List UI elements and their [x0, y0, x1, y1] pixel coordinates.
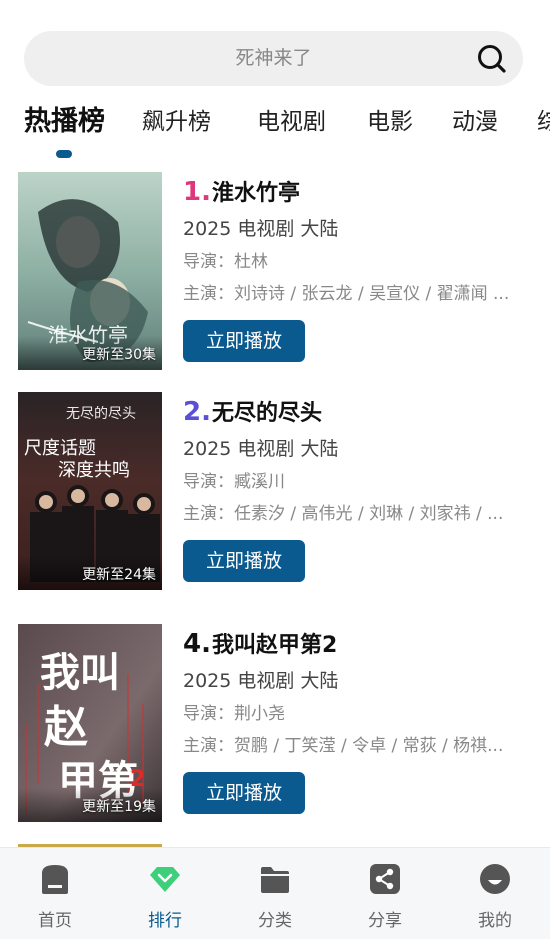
item-year: 2025 — [183, 670, 232, 692]
tab-rising[interactable]: 飙升榜 — [142, 102, 211, 142]
tab-anime[interactable]: 动漫 — [452, 102, 498, 142]
svg-text:我叫: 我叫 — [40, 649, 120, 696]
tab-tv[interactable]: 电视剧 — [257, 102, 326, 142]
search-bar[interactable]: 死神来了 — [24, 31, 523, 86]
poster-image[interactable]: 尺度话题 深度共鸣 无尽的尽头 更新至24集 — [18, 392, 162, 590]
play-button[interactable]: 立即播放 — [183, 320, 305, 362]
play-button[interactable]: 立即播放 — [183, 540, 305, 582]
rank-number: 4. — [183, 629, 211, 659]
home-icon — [42, 865, 68, 894]
item-info: 4.我叫赵甲第2 2025 电视剧 大陆 导演：荆小尧 主演：贺鹏 / 丁笑滢 / … — [183, 624, 533, 814]
profile-icon — [480, 864, 510, 894]
search-icon[interactable] — [477, 44, 507, 74]
item-region: 大陆 — [300, 670, 339, 692]
episode-badge: 更新至24集 — [82, 567, 156, 583]
item-director: 导演：杜林 — [183, 252, 268, 272]
episode-badge: 更新至30集 — [82, 347, 156, 363]
item-title: 淮水竹亭 — [211, 181, 300, 206]
nav-home-label: 首页 — [38, 911, 72, 931]
item-title-row[interactable]: 2.无尽的尽头 — [183, 392, 533, 432]
rank-number: 1. — [183, 177, 211, 207]
nav-rank[interactable]: 排行 — [110, 848, 220, 939]
item-year: 2025 — [183, 438, 232, 460]
item-type: 电视剧 — [237, 670, 295, 692]
bottom-nav: 首页 排行 分类 分享 我的 — [0, 847, 550, 939]
list-item[interactable]: 尺度话题 深度共鸣 无尽的尽头 更新至24集 2.无尽的尽头 2025 电视剧 … — [0, 392, 550, 592]
tab-movie[interactable]: 电影 — [367, 102, 413, 142]
nav-rank-label: 排行 — [148, 911, 182, 931]
play-button[interactable]: 立即播放 — [183, 772, 305, 814]
nav-category[interactable]: 分类 — [220, 848, 330, 939]
item-region: 大陆 — [300, 438, 339, 460]
item-meta: 2025 电视剧 大陆 — [183, 212, 533, 246]
item-title: 我叫赵甲第2 — [211, 633, 338, 658]
nav-profile[interactable]: 我的 — [440, 848, 550, 939]
item-cast: 主演：任素汐 / 高伟光 / 刘琳 / 刘家祎 / ... — [183, 504, 504, 524]
nav-share[interactable]: 分享 — [330, 848, 440, 939]
item-type: 电视剧 — [237, 438, 295, 460]
item-title: 无尽的尽头 — [211, 401, 322, 426]
item-type: 电视剧 — [237, 218, 295, 240]
poster-image[interactable]: 淮水竹亭 更新至30集 — [18, 172, 162, 370]
share-icon — [370, 864, 400, 894]
app-screen: 死神来了 热播榜 飙升榜 电视剧 电影 动漫 综 淮水竹亭 更新至30集 1.淮… — [0, 0, 550, 939]
nav-home[interactable]: 首页 — [0, 848, 110, 939]
item-region: 大陆 — [300, 218, 339, 240]
item-info: 2.无尽的尽头 2025 电视剧 大陆 导演：臧溪川 主演：任素汐 / 高伟光 / … — [183, 392, 533, 582]
item-director: 导演：荆小尧 — [183, 704, 285, 724]
item-title-row[interactable]: 4.我叫赵甲第2 — [183, 624, 533, 664]
poster-image[interactable]: 我叫 赵 甲第 2 更新至19集 — [18, 624, 162, 822]
svg-text:赵: 赵 — [44, 702, 88, 753]
svg-text:尺度话题: 尺度话题 — [24, 438, 96, 459]
active-tab-indicator — [56, 150, 72, 158]
item-meta: 2025 电视剧 大陆 — [183, 664, 533, 698]
svg-text:深度共鸣: 深度共鸣 — [58, 460, 130, 481]
list-item[interactable]: 淮水竹亭 更新至30集 1.淮水竹亭 2025 电视剧 大陆 导演：杜林 主演：刘诗… — [0, 172, 550, 372]
item-meta: 2025 电视剧 大陆 — [183, 432, 533, 466]
nav-profile-label: 我的 — [478, 911, 512, 931]
nav-category-label: 分类 — [258, 911, 292, 931]
item-cast: 主演：刘诗诗 / 张云龙 / 吴宣仪 / 翟潇闻 ... — [183, 284, 510, 304]
folder-icon — [261, 867, 289, 893]
rank-number: 2. — [183, 397, 211, 427]
item-cast: 主演：贺鹏 / 丁笑滢 / 令卓 / 常荻 / 杨祺... — [183, 736, 504, 756]
item-director: 导演：臧溪川 — [183, 472, 285, 492]
rank-diamond-icon — [150, 867, 180, 892]
tab-hot[interactable]: 热播榜 — [24, 102, 105, 142]
svg-text:无尽的尽头: 无尽的尽头 — [66, 406, 136, 422]
item-info: 1.淮水竹亭 2025 电视剧 大陆 导演：杜林 主演：刘诗诗 / 张云龙 / 吴宣… — [183, 172, 533, 362]
item-title-row[interactable]: 1.淮水竹亭 — [183, 172, 533, 212]
search-placeholder: 死神来了 — [235, 47, 312, 69]
category-tabs: 热播榜 飙升榜 电视剧 电影 动漫 综 — [0, 102, 550, 162]
item-year: 2025 — [183, 218, 232, 240]
episode-badge: 更新至19集 — [82, 799, 156, 815]
tab-variety[interactable]: 综 — [537, 102, 550, 142]
list-item[interactable]: 我叫 赵 甲第 2 更新至19集 4.我叫赵甲第2 2025 电视剧 大陆 导演：荆… — [0, 624, 550, 824]
nav-share-label: 分享 — [368, 911, 402, 931]
